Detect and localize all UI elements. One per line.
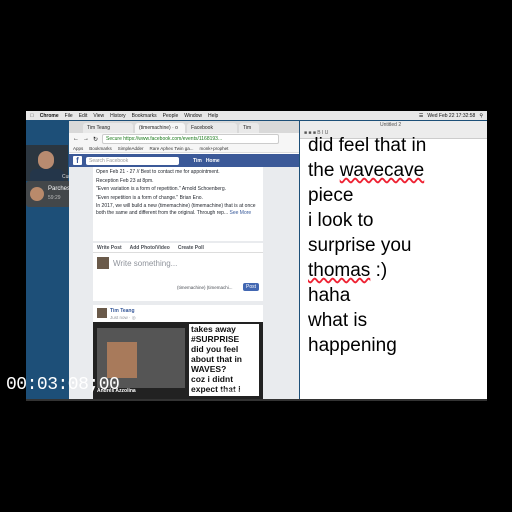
caller-name: Parches — [48, 186, 71, 192]
tab-1[interactable]: Tim Teang — [83, 123, 133, 133]
call-duration: 59:29 — [48, 195, 61, 201]
menu-history[interactable]: History — [110, 113, 126, 119]
composer-tabs: Write Post Add Photo/Video Create Poll — [93, 243, 263, 253]
editor-line: happening — [308, 335, 397, 356]
menu-bookmarks[interactable]: Bookmarks — [132, 113, 157, 119]
editor-line: haha — [308, 285, 351, 306]
text-editor-window: Untitled 2 ■ ■ ■ B I U did feel that in t… — [300, 121, 487, 399]
composer-input[interactable]: Write something... — [113, 259, 177, 268]
back-icon[interactable]: ← — [73, 136, 79, 142]
bookmark-bookmarks[interactable]: Bookmarks — [89, 146, 112, 151]
clock[interactable]: Wed Feb 22 17:32:58 — [427, 113, 475, 119]
desc-line-1: Open Feb 21 - 27 // Best to contact me f… — [96, 169, 220, 175]
editor-line: i look to — [308, 210, 374, 231]
facebook-logo-icon[interactable]: f — [73, 156, 82, 165]
video-text-line: did you feel — [191, 344, 239, 354]
profile-link[interactable]: Tim — [193, 158, 202, 164]
video-text-line: WAVES? — [191, 364, 227, 374]
bookmark-monk[interactable]: monk+prophet — [200, 146, 229, 151]
chat-button[interactable]: Chat (61) — [221, 388, 240, 393]
video-text-line: #SURPRISE — [191, 334, 240, 344]
editor-title: Untitled 2 — [380, 122, 402, 128]
create-poll-tab[interactable]: Create Poll — [178, 245, 204, 251]
misspelled-word: wavecave — [339, 160, 425, 181]
screen:  Chrome File Edit View History Bookmark… — [26, 111, 487, 399]
facebook-content: Open Feb 21 - 27 // Best to contact me f… — [69, 167, 299, 399]
post-time: Just now · ◎ — [110, 315, 136, 320]
menu-app-name[interactable]: Chrome — [40, 113, 59, 119]
editor-line: did feel that in — [308, 135, 427, 156]
bookmark-simpleadder[interactable]: SimpleAdder — [118, 146, 144, 151]
forward-icon[interactable]: → — [83, 136, 89, 142]
avatar — [97, 257, 109, 269]
editor-body[interactable]: did feel that in the wavecave piece i look … — [308, 135, 486, 358]
bookmark-aphex[interactable]: Rare Aphex Twin ga... — [150, 146, 194, 151]
tab-4[interactable]: Tim — [239, 123, 259, 133]
video-timecode: 00:03:08;00 — [6, 375, 120, 395]
see-more-link[interactable]: See More — [230, 210, 252, 216]
menu-bar:  Chrome File Edit View History Bookmark… — [26, 111, 487, 120]
menu-view[interactable]: View — [93, 113, 104, 119]
timeline-bar — [26, 399, 487, 401]
editor-line: what is — [308, 310, 368, 331]
reload-icon[interactable]: ↻ — [93, 136, 98, 143]
editor-line: thomas :) — [308, 260, 388, 281]
add-photo-tab[interactable]: Add Photo/Video — [130, 245, 170, 251]
menu-edit[interactable]: Edit — [79, 113, 88, 119]
person-body — [30, 169, 64, 181]
video-text-panel: takes away #SURPRISE did you feel about … — [189, 324, 259, 396]
desc-line-3: "Even variation is a form of repetition.… — [96, 186, 227, 192]
apple-icon[interactable]:  — [30, 113, 34, 119]
tab-3[interactable]: Facebook — [187, 123, 237, 133]
editor-line: piece — [308, 185, 354, 206]
facebook-search-input[interactable]: Search Facebook — [86, 156, 179, 165]
address-bar-row: ← → ↻ Secure https://www.facebook.com/ev… — [69, 133, 299, 145]
tab-2[interactable]: (timemachine) · o — [135, 123, 185, 133]
post-composer: Write Post Add Photo/Video Create Poll W… — [93, 243, 263, 301]
menu-window[interactable]: Window — [184, 113, 202, 119]
video-text-line: takes away — [191, 324, 236, 334]
search-icon[interactable]: ⚲ — [479, 113, 483, 119]
write-post-tab[interactable]: Write Post — [97, 245, 122, 251]
event-description: Open Feb 21 - 27 // Best to contact me f… — [93, 167, 263, 241]
menu-file[interactable]: File — [65, 113, 73, 119]
menu-people[interactable]: People — [163, 113, 179, 119]
tab-strip: Tim Teang (timemachine) · o Facebook Tim — [69, 121, 299, 133]
editor-line: surprise you — [308, 235, 412, 256]
avatar — [97, 308, 107, 318]
caller-avatar — [30, 187, 44, 201]
bookmark-apps[interactable]: Apps — [73, 146, 83, 151]
editor-line: the wavecave — [308, 160, 425, 181]
wifi-icon[interactable]: ☰ — [419, 113, 423, 119]
video-text-line: coz i didnt — [191, 374, 234, 384]
audience-tag[interactable]: (timemachine) (timemachi... — [177, 285, 233, 290]
bookmarks-bar: Apps Bookmarks SimpleAdder Rare Aphex Tw… — [69, 145, 299, 153]
desc-line-2: Reception Feb 23 at 8pm. — [96, 177, 154, 184]
home-link[interactable]: Home — [206, 158, 220, 164]
desc-line-4: "Even repetition is a form of change." B… — [96, 194, 203, 201]
facebook-header: f Search Facebook Tim Home — [69, 154, 299, 167]
video-text-line: about that in — [191, 354, 242, 364]
misspelled-word: thomas — [308, 260, 371, 281]
chrome-window: Tim Teang (timemachine) · o Facebook Tim… — [69, 121, 299, 399]
video-person — [107, 342, 137, 378]
url-field[interactable]: Secure https://www.facebook.com/events/1… — [102, 134, 279, 144]
person-head — [38, 151, 54, 169]
menu-help[interactable]: Help — [208, 113, 218, 119]
post-author[interactable]: Tim Teang — [110, 308, 135, 314]
post-button[interactable]: Post — [243, 283, 259, 291]
